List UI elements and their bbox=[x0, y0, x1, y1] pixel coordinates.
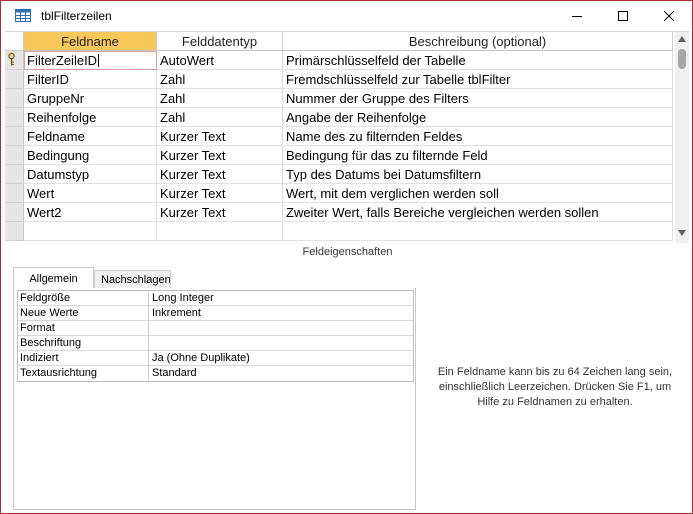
property-label: Textausrichtung bbox=[18, 366, 149, 380]
field-name-text: FilterZeileID bbox=[27, 53, 98, 68]
field-row[interactable]: FilterID Zahl Fremdschlüsselfeld zur Tab… bbox=[5, 70, 673, 89]
data-type-cell[interactable]: Kurzer Text bbox=[157, 146, 283, 165]
data-type-cell[interactable]: Kurzer Text bbox=[157, 165, 283, 184]
row-selector[interactable] bbox=[5, 108, 24, 127]
row-selector[interactable] bbox=[5, 89, 24, 108]
data-type-cell[interactable]: AutoWert bbox=[157, 51, 283, 70]
property-label: Feldgröße bbox=[18, 291, 149, 305]
data-type-cell[interactable]: Zahl bbox=[157, 70, 283, 89]
property-value[interactable] bbox=[149, 336, 413, 350]
property-label: Neue Werte bbox=[18, 306, 149, 320]
description-cell[interactable]: Fremdschlüsselfeld zur Tabelle tblFilter bbox=[283, 70, 673, 89]
field-design-grid: Feldname Felddatentyp Beschreibung (opti… bbox=[5, 31, 689, 243]
field-name-cell[interactable] bbox=[24, 222, 157, 241]
maximize-button[interactable] bbox=[600, 1, 646, 31]
table-design-window: tblFilterzeilen Feldname Felddatentyp Be… bbox=[0, 0, 693, 514]
field-name-cell[interactable]: Reihenfolge bbox=[24, 108, 157, 127]
field-row-empty[interactable] bbox=[5, 222, 673, 241]
data-type-cell[interactable]: Kurzer Text bbox=[157, 203, 283, 222]
property-label: Format bbox=[18, 321, 149, 335]
primary-key-icon bbox=[8, 52, 15, 66]
property-row[interactable]: Neue Werte Inkrement bbox=[18, 306, 413, 321]
field-name-cell[interactable]: FilterZeileID bbox=[24, 51, 157, 70]
row-selector[interactable] bbox=[5, 222, 24, 241]
description-cell[interactable]: Bedingung für das zu filternde Feld bbox=[283, 146, 673, 165]
property-row[interactable]: Beschriftung bbox=[18, 336, 413, 351]
property-value[interactable]: Inkrement bbox=[149, 306, 413, 320]
property-row[interactable]: Indiziert Ja (Ohne Duplikate) bbox=[18, 351, 413, 366]
description-cell[interactable]: Typ des Datums bei Datumsfiltern bbox=[283, 165, 673, 184]
description-cell[interactable] bbox=[283, 222, 673, 241]
scroll-up-icon[interactable] bbox=[678, 36, 686, 42]
text-caret bbox=[98, 54, 100, 67]
row-selector[interactable] bbox=[5, 146, 24, 165]
general-properties-panel: Feldgröße Long Integer Neue Werte Inkrem… bbox=[13, 288, 416, 510]
field-row[interactable]: Wert2 Kurzer Text Zweiter Wert, falls Be… bbox=[5, 203, 673, 222]
close-button[interactable] bbox=[646, 1, 692, 31]
description-cell[interactable]: Wert, mit dem verglichen werden soll bbox=[283, 184, 673, 203]
description-cell[interactable]: Zweiter Wert, falls Bereiche vergleichen… bbox=[283, 203, 673, 222]
field-name-cell[interactable]: GruppeNr bbox=[24, 89, 157, 108]
description-cell[interactable]: Primärschlüsselfeld der Tabelle bbox=[283, 51, 673, 70]
properties-table: Feldgröße Long Integer Neue Werte Inkrem… bbox=[17, 290, 414, 382]
table-icon bbox=[15, 9, 31, 22]
data-type-cell[interactable]: Kurzer Text bbox=[157, 184, 283, 203]
title-bar: tblFilterzeilen bbox=[1, 1, 692, 31]
column-header-field-name[interactable]: Feldname bbox=[24, 32, 157, 51]
data-type-cell[interactable]: Zahl bbox=[157, 108, 283, 127]
field-name-cell[interactable]: Bedingung bbox=[24, 146, 157, 165]
scroll-down-icon[interactable] bbox=[678, 230, 686, 236]
column-header-description[interactable]: Beschreibung (optional) bbox=[283, 32, 673, 51]
select-all-corner[interactable] bbox=[5, 32, 24, 51]
data-type-cell[interactable] bbox=[157, 222, 283, 241]
row-selector[interactable] bbox=[5, 184, 24, 203]
field-row[interactable]: Wert Kurzer Text Wert, mit dem vergliche… bbox=[5, 184, 673, 203]
field-row[interactable]: GruppeNr Zahl Nummer der Gruppe des Filt… bbox=[5, 89, 673, 108]
property-value[interactable]: Ja (Ohne Duplikate) bbox=[149, 351, 413, 365]
vertical-scrollbar[interactable] bbox=[675, 32, 689, 243]
row-selector[interactable] bbox=[5, 70, 24, 89]
column-header-data-type[interactable]: Felddatentyp bbox=[157, 32, 283, 51]
maximize-icon bbox=[618, 11, 628, 21]
description-cell[interactable]: Nummer der Gruppe des Filters bbox=[283, 89, 673, 108]
description-cell[interactable]: Name des zu filternden Feldes bbox=[283, 127, 673, 146]
property-value[interactable]: Long Integer bbox=[149, 291, 413, 305]
tab-lookup[interactable]: Nachschlagen bbox=[94, 270, 171, 289]
field-row[interactable]: Reihenfolge Zahl Angabe der Reihenfolge bbox=[5, 108, 673, 127]
field-properties-title: Feldeigenschaften bbox=[302, 246, 393, 258]
field-name-cell[interactable]: FilterID bbox=[24, 70, 157, 89]
tab-general[interactable]: Allgemein bbox=[13, 267, 94, 289]
grid-header: Feldname Felddatentyp Beschreibung (opti… bbox=[5, 32, 673, 51]
field-name-cell[interactable]: Feldname bbox=[24, 127, 157, 146]
minimize-icon bbox=[572, 16, 582, 17]
field-name-cell[interactable]: Datumstyp bbox=[24, 165, 157, 184]
field-row[interactable]: Feldname Kurzer Text Name des zu filtern… bbox=[5, 127, 673, 146]
field-name-cell[interactable]: Wert bbox=[24, 184, 157, 203]
minimize-button[interactable] bbox=[554, 1, 600, 31]
property-label: Indiziert bbox=[18, 351, 149, 365]
property-row[interactable]: Feldgröße Long Integer bbox=[18, 291, 413, 306]
data-type-cell[interactable]: Kurzer Text bbox=[157, 127, 283, 146]
property-value[interactable]: Standard bbox=[149, 366, 413, 380]
property-value[interactable] bbox=[149, 321, 413, 335]
field-row[interactable]: FilterZeileID AutoWert Primärschlüsselfe… bbox=[5, 51, 673, 70]
row-selector[interactable] bbox=[5, 51, 24, 70]
close-icon bbox=[664, 11, 674, 21]
field-row[interactable]: Datumstyp Kurzer Text Typ des Datums bei… bbox=[5, 165, 673, 184]
property-label: Beschriftung bbox=[18, 336, 149, 350]
scrollbar-thumb[interactable] bbox=[678, 49, 686, 69]
description-cell[interactable]: Angabe der Reihenfolge bbox=[283, 108, 673, 127]
property-row[interactable]: Textausrichtung Standard bbox=[18, 366, 413, 381]
row-selector[interactable] bbox=[5, 165, 24, 184]
data-type-cell[interactable]: Zahl bbox=[157, 89, 283, 108]
window-title: tblFilterzeilen bbox=[41, 9, 112, 23]
property-row[interactable]: Format bbox=[18, 321, 413, 336]
row-selector[interactable] bbox=[5, 203, 24, 222]
field-row[interactable]: Bedingung Kurzer Text Bedingung für das … bbox=[5, 146, 673, 165]
help-text: Ein Feldname kann bis zu 64 Zeichen lang… bbox=[437, 366, 673, 408]
row-selector[interactable] bbox=[5, 127, 24, 146]
field-name-cell[interactable]: Wert2 bbox=[24, 203, 157, 222]
